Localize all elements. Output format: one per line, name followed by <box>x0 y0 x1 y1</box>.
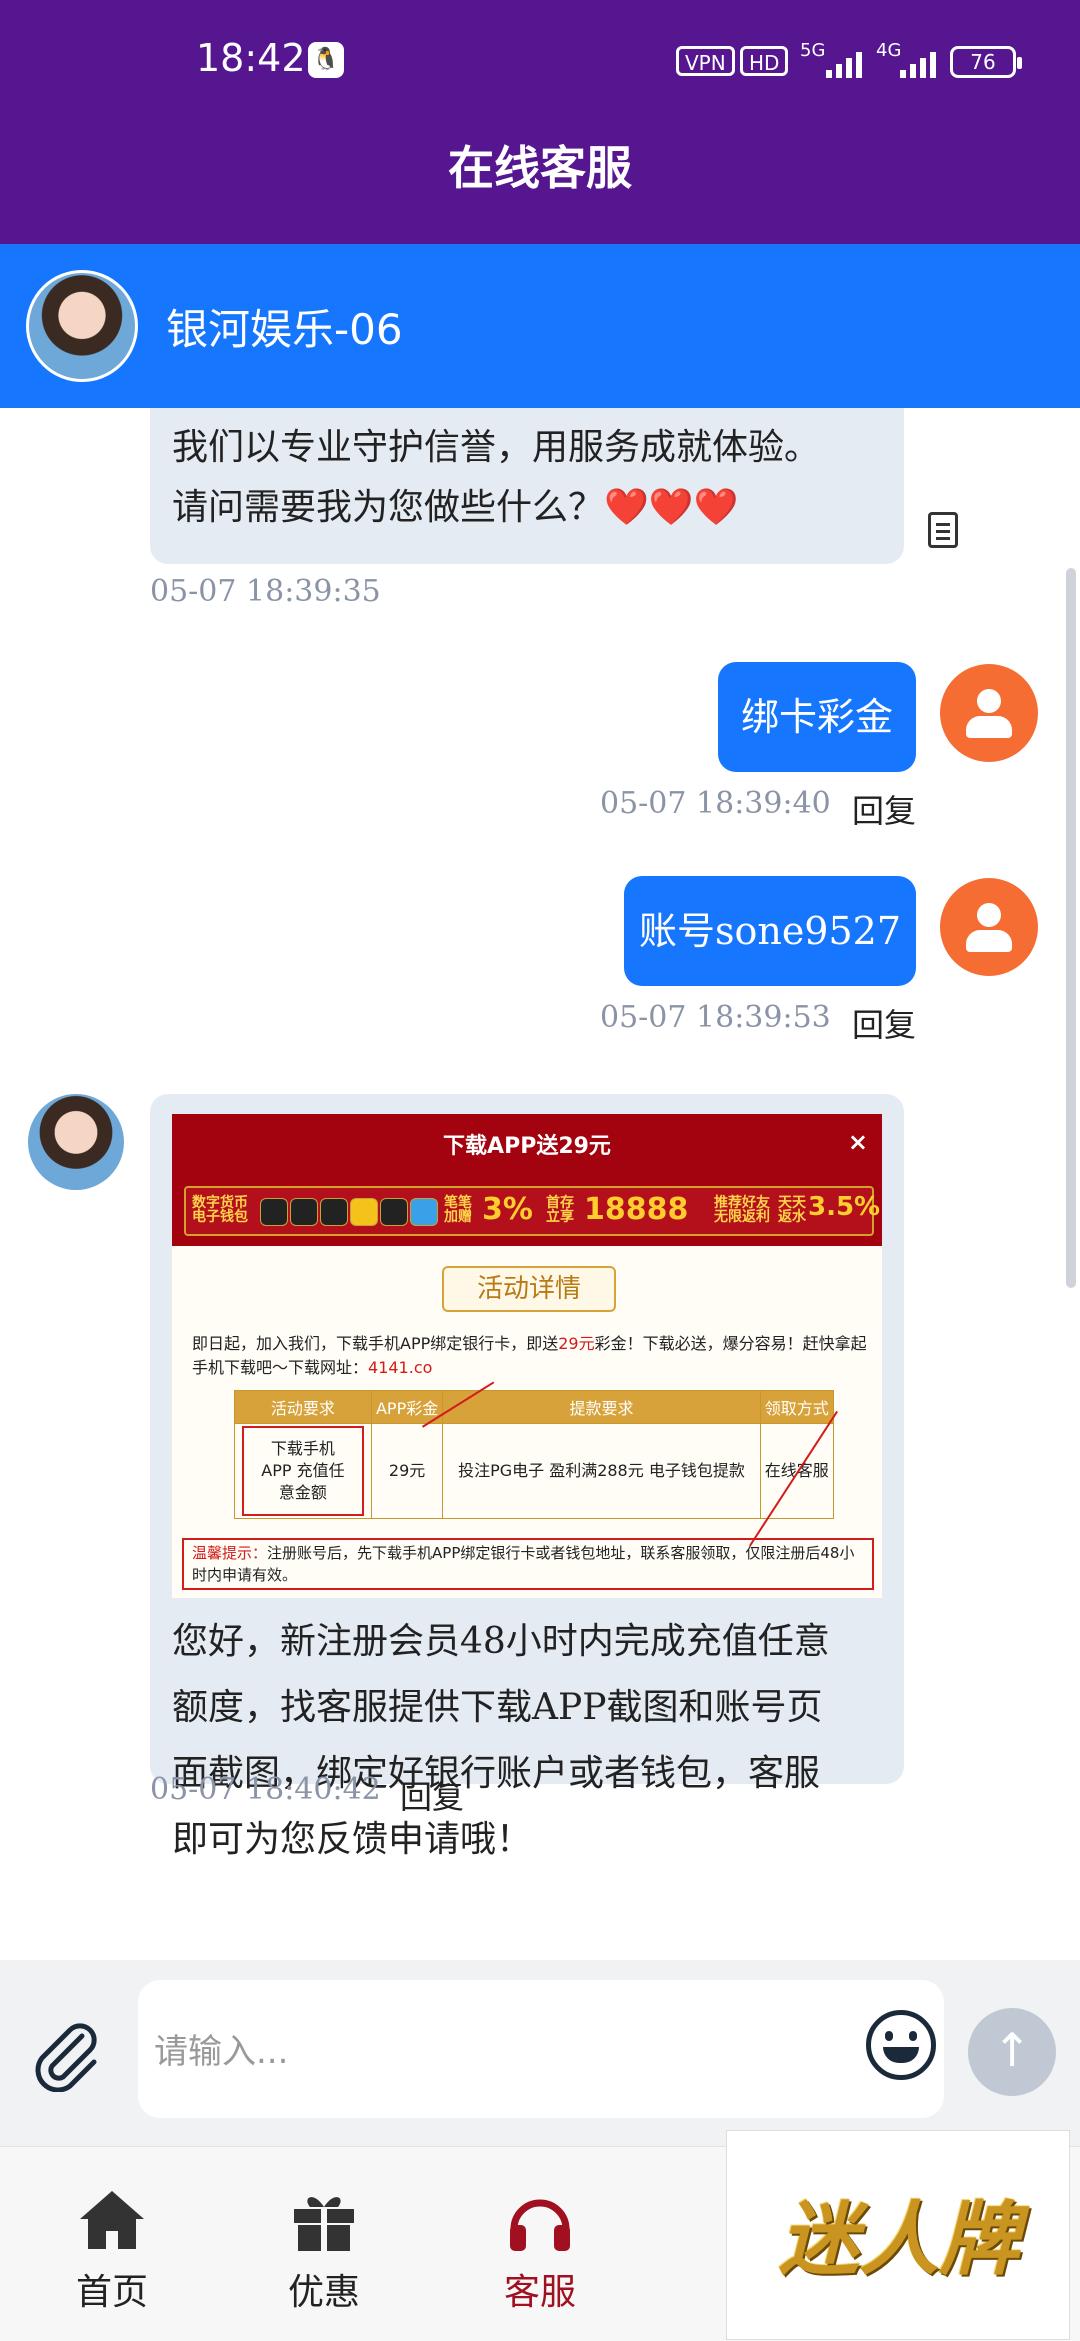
app-header: 18:42 🐧 VPN HD 5G 4G 76 在线客服 <box>0 0 1080 244</box>
signal-5g-icon <box>826 48 870 78</box>
promo-detail-title: 活动详情 <box>442 1266 616 1312</box>
first-label: 首存 立享 <box>546 1195 574 1225</box>
okx-icon <box>290 1198 318 1226</box>
brand-logo-overlay: 迷人牌 <box>726 2130 1070 2340</box>
headset-icon <box>510 2199 570 2251</box>
each-label: 笔笔 加赠 <box>444 1195 472 1225</box>
message-text: 您好，新注册会员48小时内完成充值任意 <box>172 1621 830 1662</box>
ebpay-icon <box>410 1198 438 1226</box>
network-5g-label: 5G <box>800 40 826 61</box>
tip-label: 温馨提示： <box>192 1544 268 1562</box>
promo-strip: 数字货币 电子钱包 笔笔 加赠 3% 首存 立享 18888 推荐好友 无限返利… <box>184 1186 880 1236</box>
send-button[interactable]: ↑ <box>968 2008 1056 2096</box>
promo-url: 4141.co <box>368 1358 433 1377</box>
message-timestamp: 05-07 18:39:35 <box>150 574 381 609</box>
logo-text: 迷人牌 <box>779 2193 1019 2286</box>
fpay-icon <box>380 1198 408 1226</box>
gopay-icon <box>350 1198 378 1226</box>
first-amount: 18888 <box>584 1192 689 1227</box>
chat-scrollbar[interactable] <box>1066 568 1076 1288</box>
message-timestamp: 05-07 18:40:42 <box>150 1772 381 1807</box>
wallet-coin-icon <box>320 1198 348 1226</box>
gift-icon <box>294 2197 354 2251</box>
network-4g-label: 4G <box>876 40 902 61</box>
chat-area[interactable]: 我们以专业守护信誉，用服务成就体验。 请问需要我为您做些什么？❤️❤️❤️ 05… <box>0 408 1080 1960</box>
nav-label: 优惠 <box>287 2272 360 2313</box>
reply-button[interactable]: 回复 <box>400 1772 464 1818</box>
message-text: 额度，找客服提供下载APP截图和账号页 <box>172 1687 823 1728</box>
signal-4g-icon <box>900 48 944 78</box>
input-placeholder: 请输入... <box>154 2032 289 2072</box>
requirement-text: 下载手机APP 充值任意金额 <box>241 1426 364 1516</box>
promo-close-icon: × <box>847 1128 868 1156</box>
wallet-label: 数字货币 电子钱包 <box>192 1195 248 1225</box>
agent-bar: 银河娱乐-06 <box>0 244 1080 408</box>
emoji-icon[interactable] <box>866 2010 936 2080</box>
promo-title: 下载APP送29元 <box>443 1134 611 1159</box>
hd-indicator: HD <box>740 46 789 76</box>
table-header: 活动要求 <box>234 1390 372 1424</box>
message-text: 我们以专业守护信誉，用服务成就体验。 <box>172 427 821 468</box>
table-cell: 29元 <box>370 1423 444 1519</box>
message-timestamp: 05-07 18:39:53 <box>600 1000 831 1035</box>
message-input[interactable]: 请输入... <box>138 1980 944 2118</box>
tip-text: 注册账号后，先下载手机APP绑定银行卡或者钱包地址，联系客服领取，仅限注册后48… <box>192 1544 855 1584</box>
qq-notification-icon: 🐧 <box>308 42 344 78</box>
user-message-bubble: 绑卡彩金 <box>718 662 916 772</box>
user-avatar <box>940 878 1038 976</box>
nav-label: 首页 <box>75 2272 148 2313</box>
promo-table: 活动要求 APP彩金 提款要求 领取方式 下载手机APP 充值任意金额 29元 … <box>234 1390 835 1519</box>
reply-button[interactable]: 回复 <box>852 786 916 832</box>
nav-offers[interactable]: 优惠 <box>254 2187 394 2315</box>
message-input-bar: 请输入... ↑ <box>0 1960 1080 2146</box>
vpn-indicator: VPN <box>676 46 735 76</box>
message-text: 即可为您反馈申请哦！ <box>172 1819 533 1860</box>
page-title: 在线客服 <box>448 141 632 195</box>
promo-intro: 即日起，加入我们，下载手机APP绑定银行卡，即送29元彩金！下载必送，爆分容易！… <box>192 1332 872 1380</box>
status-time: 18:42 <box>196 36 306 80</box>
agent-name: 银河娱乐-06 <box>166 305 403 354</box>
table-cell: 下载手机APP 充值任意金额 <box>234 1423 372 1519</box>
table-header: 领取方式 <box>759 1390 835 1424</box>
copy-icon[interactable] <box>928 512 958 548</box>
message-timestamp: 05-07 18:39:40 <box>600 786 831 821</box>
nav-support[interactable]: 客服 <box>470 2187 610 2315</box>
message-text: 请问需要我为您做些什么？❤️❤️❤️ <box>172 487 739 528</box>
reply-button[interactable]: 回复 <box>852 1000 916 1046</box>
table-header: 提款要求 <box>442 1390 761 1424</box>
user-message-bubble: 账号sone9527 <box>624 876 916 986</box>
refer-label: 推荐好友 无限返利 <box>714 1195 770 1225</box>
nav-label: 客服 <box>503 2272 576 2313</box>
status-bar: 18:42 🐧 VPN HD 5G 4G 76 <box>0 0 1080 120</box>
daily-percent: 3.5% <box>808 1192 881 1222</box>
home-icon <box>80 2191 144 2249</box>
promo-image[interactable]: 下载APP送29元 × 数字货币 电子钱包 笔笔 加赠 3% 首存 立享 188… <box>172 1114 882 1598</box>
agent-avatar[interactable] <box>26 270 138 382</box>
agent-avatar-small <box>28 1094 124 1190</box>
promo-intro-text: 即日起，加入我们，下载手机APP绑定银行卡，即送 <box>192 1334 559 1353</box>
agent-message-bubble: 我们以专业守护信誉，用服务成就体验。 请问需要我为您做些什么？❤️❤️❤️ <box>150 408 904 564</box>
promo-tip: 温馨提示：注册账号后，先下载手机APP绑定银行卡或者钱包地址，联系客服领取，仅限… <box>182 1538 874 1590</box>
battery-icon: 76 <box>950 46 1022 78</box>
binance-icon <box>260 1198 288 1226</box>
each-percent: 3% <box>482 1192 533 1227</box>
nav-home[interactable]: 首页 <box>42 2187 182 2315</box>
promo-bonus-amount: 29元 <box>558 1334 595 1353</box>
user-avatar <box>940 664 1038 762</box>
table-cell: 投注PG电子 盈利满288元 电子钱包提款 <box>442 1423 761 1519</box>
paperclip-icon[interactable] <box>30 2018 104 2092</box>
